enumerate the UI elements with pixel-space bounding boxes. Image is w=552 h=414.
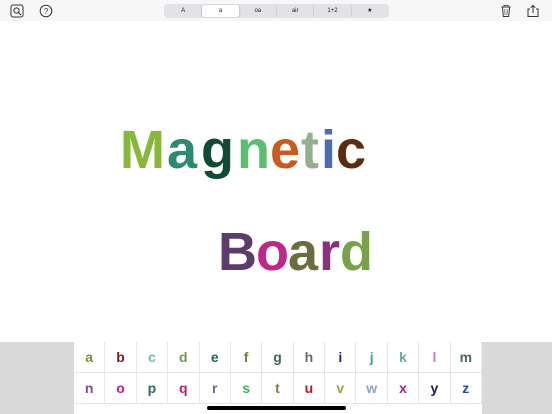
svg-text:?: ? (44, 7, 49, 16)
toolbar: ? A a oa air 1+2 ★ (0, 0, 552, 21)
letter-tile[interactable]: M (120, 123, 165, 177)
key-u[interactable]: u (293, 373, 326, 404)
letter-tile[interactable]: B (218, 225, 257, 279)
letter-keys: abcdefghijklm nopqrstuvwxyz (74, 342, 482, 414)
key-z[interactable]: z (450, 373, 482, 404)
letter-tile[interactable]: e (270, 123, 300, 177)
key-o[interactable]: o (105, 373, 137, 404)
letter-tile[interactable]: i (321, 123, 336, 177)
key-e[interactable]: e (199, 342, 231, 373)
tab-lowercase[interactable]: a (202, 5, 240, 17)
key-y[interactable]: y (419, 373, 451, 404)
key-t[interactable]: t (262, 373, 294, 404)
share-icon[interactable] (526, 4, 540, 18)
letter-tile[interactable]: a (288, 225, 318, 279)
key-c[interactable]: c (136, 342, 169, 373)
trash-icon[interactable] (499, 4, 513, 18)
letter-tile[interactable]: n (237, 123, 270, 177)
key-r[interactable]: r (199, 373, 231, 404)
key-s[interactable]: s (230, 373, 263, 404)
letter-tile[interactable]: g (201, 123, 234, 177)
key-w[interactable]: w (356, 373, 388, 404)
key-v[interactable]: v (325, 373, 357, 404)
key-q[interactable]: q (168, 373, 200, 404)
tab-trigraphs[interactable]: air (277, 5, 315, 17)
key-x[interactable]: x (387, 373, 420, 404)
key-a[interactable]: a (74, 342, 106, 373)
magnifier-icon[interactable] (10, 4, 24, 18)
key-p[interactable]: p (136, 373, 169, 404)
home-indicator[interactable] (207, 406, 346, 410)
key-n[interactable]: n (74, 373, 106, 404)
key-b[interactable]: b (105, 342, 137, 373)
letter-tile[interactable]: t (301, 123, 319, 177)
key-i[interactable]: i (325, 342, 357, 373)
key-l[interactable]: l (419, 342, 451, 373)
tab-favorites[interactable]: ★ (352, 5, 388, 17)
key-j[interactable]: j (356, 342, 388, 373)
letter-tray: abcdefghijklm nopqrstuvwxyz (0, 342, 552, 414)
mode-segmented-control: A a oa air 1+2 ★ (164, 4, 389, 18)
magnetic-board[interactable]: Magnetic Board (0, 21, 552, 342)
key-m[interactable]: m (450, 342, 482, 373)
letter-tile[interactable]: c (336, 123, 366, 177)
letter-tile[interactable]: a (167, 123, 197, 177)
letter-tile[interactable]: r (319, 225, 340, 279)
key-d[interactable]: d (168, 342, 200, 373)
letter-tile[interactable]: o (256, 225, 289, 279)
key-f[interactable]: f (230, 342, 263, 373)
key-h[interactable]: h (293, 342, 326, 373)
tab-numbers[interactable]: 1+2 (314, 5, 352, 17)
letter-tile[interactable]: d (340, 225, 373, 279)
key-k[interactable]: k (387, 342, 420, 373)
help-icon[interactable]: ? (39, 4, 53, 18)
tab-digraphs[interactable]: oa (240, 5, 277, 17)
key-g[interactable]: g (262, 342, 294, 373)
tab-uppercase[interactable]: A (165, 5, 203, 17)
